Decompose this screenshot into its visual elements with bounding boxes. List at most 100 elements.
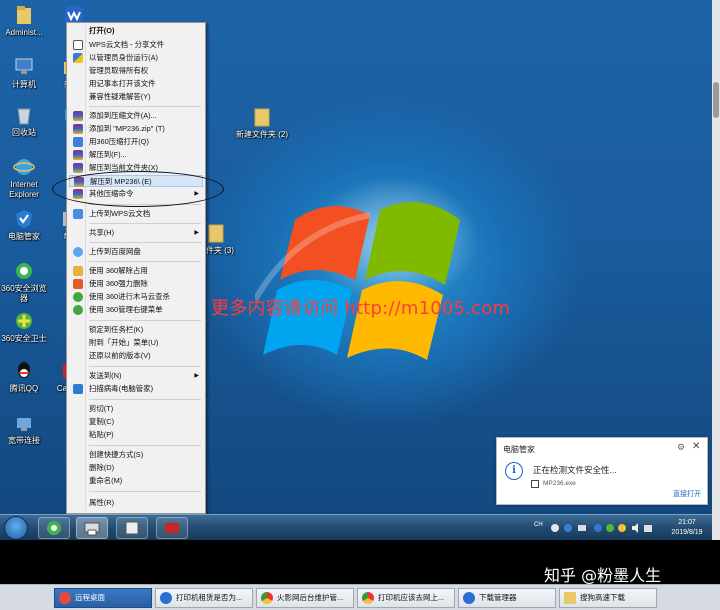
menu-item-upload-wps[interactable]: 上传到WPS云文档: [69, 208, 203, 220]
menu-item-360zip-open[interactable]: 用360压缩打开(Q): [69, 136, 203, 148]
menu-item-properties[interactable]: 属性(R): [69, 497, 203, 509]
zhihu-credit: 知乎 @粉墨人生: [544, 566, 662, 585]
clock-time: 21:07: [678, 519, 696, 526]
info-icon: i: [505, 462, 523, 480]
taskbar-app-tool[interactable]: [116, 517, 148, 539]
winrar-icon: [73, 124, 83, 134]
scrollbar-thumb[interactable]: [713, 82, 719, 118]
menu-item-take-ownership[interactable]: 管理员取得所有权: [69, 65, 203, 77]
menu-item-create-shortcut[interactable]: 创建快捷方式(S): [69, 449, 203, 461]
annotation-oval: [52, 171, 224, 207]
notification-title: 电脑管家: [503, 445, 535, 454]
menu-item-360-force-delete[interactable]: 使用 360强力删除: [69, 278, 203, 290]
winrar-icon: [73, 150, 83, 160]
desktop-icon-recycle-bin[interactable]: 回收站: [0, 104, 50, 138]
menu-item-label: 剪切(T): [89, 404, 114, 413]
desktop-icon-label: 新建文件夹 (2): [236, 130, 288, 139]
desktop-icon-qq[interactable]: 腾讯QQ: [0, 360, 50, 394]
menu-item-open[interactable]: 打开(O): [69, 25, 203, 37]
submenu-arrow-icon: ▶: [194, 230, 199, 236]
menu-item-delete[interactable]: 删除(D): [69, 462, 203, 474]
menu-item-label: 创建快捷方式(S): [89, 450, 144, 459]
winrar-icon: [73, 163, 83, 173]
menu-item-360-trojan-scan[interactable]: 使用 360进行木马云查杀: [69, 291, 203, 303]
host-tab-browser-1[interactable]: 打印机租赁是否为...: [155, 588, 253, 608]
file-icon: [531, 480, 539, 488]
menu-item-send-to[interactable]: 发送到(N) ▶: [69, 370, 203, 382]
360-scan-icon: [73, 292, 83, 302]
desktop-icon-360-safe[interactable]: 360安全卫士: [0, 310, 50, 344]
desktop-icon-new-folder-2[interactable]: 新建文件夹 (2): [236, 106, 288, 140]
360-manage-icon: [73, 305, 83, 315]
menu-item-paste[interactable]: 粘贴(P): [69, 429, 203, 441]
menu-separator: [89, 223, 201, 224]
desktop-icon-360-browser[interactable]: 360安全浏览器: [0, 260, 50, 304]
menu-item-share[interactable]: 共享(H) ▶: [69, 227, 203, 239]
computer-icon: [15, 58, 33, 74]
menu-item-label: 锁定到任务栏(K): [89, 325, 144, 334]
host-taskbar: 远程桌面 打印机租赁是否为... 火影网后台维护管... 打印机应该去网上...…: [0, 584, 720, 610]
host-tab-label: 打印机租赁是否为...: [176, 593, 243, 602]
desktop-icon-label: 腾讯QQ: [9, 384, 39, 393]
360-delete-icon: [73, 279, 83, 289]
menu-item-virus-scan[interactable]: 扫描病毒(电脑管家): [69, 383, 203, 395]
desktop-icon-broadband[interactable]: 宽带连接: [0, 412, 50, 446]
menu-item-add-archive[interactable]: 添加到压缩文件(A)...: [69, 110, 203, 122]
desktop-icon-label: Administ...: [5, 28, 43, 37]
clock[interactable]: 21:07 2019/8/19: [664, 518, 710, 538]
close-icon[interactable]: ✕: [692, 441, 700, 452]
folder-icon: [208, 224, 224, 243]
host-tab-download-manager[interactable]: 下载管理器: [458, 588, 556, 608]
taskbar-app-printer[interactable]: [76, 517, 108, 539]
menu-item-pin-start[interactable]: 附到「开始」菜单(U): [69, 337, 203, 349]
desktop-icon-administrator[interactable]: Administ...: [0, 4, 50, 38]
menu-item-extract-to[interactable]: 解压到(F)...: [69, 149, 203, 161]
open-directly-link[interactable]: 直接打开: [673, 489, 701, 499]
gear-icon[interactable]: ⚙: [677, 442, 685, 453]
desktop-icon-computer[interactable]: 计算机: [0, 56, 50, 90]
language-indicator[interactable]: CH: [534, 522, 543, 528]
menu-separator: [89, 242, 201, 243]
host-tab-browser-3[interactable]: 打印机应该去网上...: [357, 588, 455, 608]
menu-item-label: 扫描病毒(电脑管家): [89, 384, 154, 393]
menu-item-open-notepad[interactable]: 用记事本打开该文件: [69, 78, 203, 90]
host-tab-sogou-download[interactable]: 搜狗高速下载: [559, 588, 657, 608]
host-tab-remote-desktop[interactable]: 远程桌面: [54, 588, 152, 608]
desktop-icon-label: 计算机: [12, 80, 36, 89]
taskbar-app-red[interactable]: [156, 517, 188, 539]
submenu-arrow-icon: ▶: [194, 373, 199, 379]
menu-item-upload-baidu[interactable]: 上传到百度网盘: [69, 246, 203, 258]
menu-item-cut[interactable]: 剪切(T): [69, 403, 203, 415]
start-button[interactable]: [4, 516, 28, 540]
taskbar-app-360[interactable]: [38, 517, 70, 539]
desktop-icon-pc-manager[interactable]: 电脑管家: [0, 208, 50, 242]
desktop-icon-ie[interactable]: Internet Explorer: [0, 156, 50, 200]
menu-item-label: 发送到(N): [89, 371, 122, 380]
menu-item-label: 使用 360进行木马云查杀: [89, 292, 170, 301]
host-tab-label: 打印机应该去网上...: [378, 593, 445, 602]
menu-item-label: 添加到 "MP236.zip" (T): [89, 124, 165, 133]
host-tab-browser-2[interactable]: 火影网后台维护管...: [256, 588, 354, 608]
menu-item-label: 解压到(F)...: [89, 150, 127, 159]
menu-item-360-unlock[interactable]: 使用 360解除占用: [69, 265, 203, 277]
menu-item-label: WPS云文档 - 分享文件: [89, 40, 165, 49]
winrar-icon: [73, 111, 83, 121]
menu-item-restore-previous[interactable]: 还原以前的版本(V): [69, 350, 203, 362]
menu-item-run-as-admin[interactable]: 以管理员身份运行(A): [69, 52, 203, 64]
menu-item-label: 兼容性疑难解答(Y): [89, 92, 151, 101]
menu-item-add-zip[interactable]: 添加到 "MP236.zip" (T): [69, 123, 203, 135]
menu-item-rename[interactable]: 重命名(M): [69, 475, 203, 487]
menu-item-copy[interactable]: 复制(C): [69, 416, 203, 428]
menu-item-pin-taskbar[interactable]: 锁定到任务栏(K): [69, 324, 203, 336]
vertical-scrollbar[interactable]: [712, 0, 720, 540]
menu-item-wps-share[interactable]: WPS云文档 - 分享文件: [69, 39, 203, 51]
menu-item-compat-troubleshoot[interactable]: 兼容性疑难解答(Y): [69, 91, 203, 103]
360-browser-icon: [47, 521, 61, 535]
desktop-icon-label: Internet Explorer: [9, 180, 39, 199]
remote-desktop-icon: [59, 592, 71, 604]
menu-item-label: 共享(H): [89, 228, 115, 237]
menu-item-360-manage-menu[interactable]: 使用 360管理右键菜单: [69, 304, 203, 316]
360-safe-icon: [16, 313, 32, 329]
desktop-icon-label: 宽带连接: [8, 436, 40, 445]
menu-separator: [89, 106, 201, 107]
